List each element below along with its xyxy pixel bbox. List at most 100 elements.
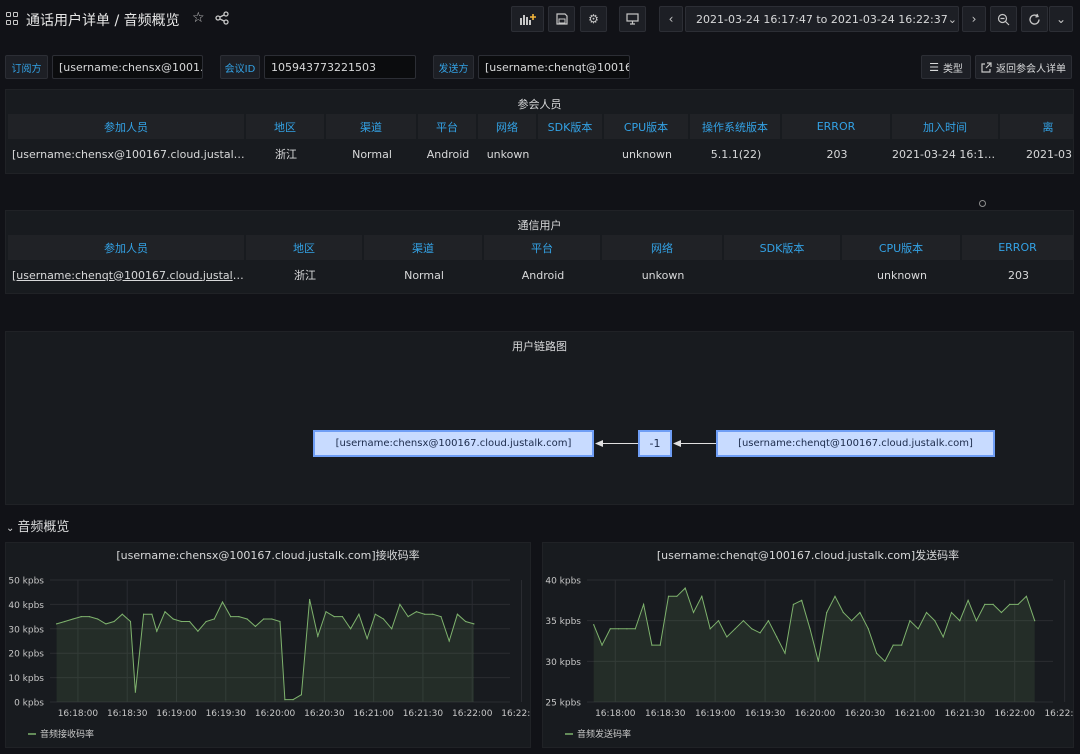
back-to-participants-button[interactable]: 返回参会人详单 [975,55,1072,79]
data-point [859,611,861,614]
data-point [374,613,376,615]
data-point [784,652,786,654]
data-point [189,620,191,623]
chevron-left-icon: ‹ [668,12,674,26]
chevron-down-icon: ⌄ [1055,12,1067,26]
star-icon[interactable]: ☆ [192,10,205,26]
participants-column-header[interactable]: 地区 [246,114,326,139]
cycle-view-mode-button[interactable] [619,6,646,32]
legend-label[interactable]: 音频发送码率 [577,728,631,740]
participants-column-header[interactable]: 渠道 [326,114,418,139]
refresh-button[interactable] [1021,6,1048,32]
data-point [1017,603,1019,605]
legend-label[interactable]: 音频接收码率 [40,728,94,740]
time-range-picker[interactable]: 2021-03-24 16:17:47 to 2021-03-24 16:22:… [685,6,959,32]
dashboard-grid-icon[interactable] [6,12,20,26]
data-point [358,613,360,615]
comm_users-column-header[interactable]: 参加人员 [8,235,246,260]
data-point [382,618,385,620]
data-point [651,644,653,646]
zoom-out-button[interactable] [990,6,1017,32]
sender-label: 发送方 [433,55,474,79]
chevron-right-icon: › [971,12,977,26]
settings-button[interactable]: ⚙ [580,6,607,32]
comm_users-column-header[interactable]: 地区 [246,235,364,260]
participants-column-header[interactable]: 离 [1000,114,1073,139]
data-point [350,628,352,630]
data-point [876,652,878,654]
data-point [1025,595,1027,597]
participants-panel-title[interactable]: 参会人员 [6,96,1073,112]
y-tick-label: 30 kpbs [545,658,581,668]
back-button-label: 返回参会人详单 [996,63,1066,75]
comm_users-column-header[interactable]: 网络 [602,235,724,260]
meeting-id-input[interactable]: 105943773221503 [264,55,416,79]
participants-column-header[interactable]: 参加人员 [8,114,246,139]
data-point [317,635,319,637]
participants-column-header[interactable]: 平台 [418,114,478,139]
data-point [892,644,894,646]
participants-column-header[interactable]: CPU版本 [604,114,690,139]
data-point [950,611,953,614]
data-point [197,630,199,632]
sender-input[interactable]: [username:chenqt@10016… [478,55,630,79]
data-point [792,603,794,605]
participants-column-header[interactable]: 网络 [478,114,538,139]
data-point [826,611,828,614]
data-point [407,616,409,618]
data-point [279,620,281,623]
participants-column-header[interactable]: 操作系统版本 [690,114,782,139]
comm_users-column-header[interactable]: 渠道 [364,235,484,260]
share-icon[interactable] [215,11,229,28]
x-tick-label: 16:21:00 [353,709,394,719]
participants-column-header[interactable]: SDK版本 [538,114,604,139]
x-tick-label: 16:20:30 [304,709,345,719]
comm_users-column-header[interactable]: 平台 [484,235,602,260]
data-point [975,620,977,622]
participants-column-header[interactable]: 加入时间 [892,114,1000,139]
data-point [180,620,182,623]
subscriber-input[interactable]: [username:chensx@1001… [52,55,203,79]
data-point [151,613,153,615]
refresh-interval-dropdown[interactable]: ⌄ [1049,6,1073,32]
audio-overview-row-header[interactable]: ⌄ 音频概览 [6,516,69,535]
receive-bitrate-chart[interactable]: [username:chensx@100167.cloud.justalk.co… [6,543,542,747]
data-point [817,660,819,662]
link-graph-panel: 用户链路图 [username:chensx@100167.cloud.just… [5,331,1074,505]
time-shift-forward-button[interactable]: › [962,6,986,32]
external-link-icon [981,61,992,73]
link-arrows [595,440,716,447]
receive-bitrate-panel: [username:chensx@100167.cloud.justalk.co… [5,542,542,748]
data-point [667,595,670,597]
data-point [213,618,215,620]
data-point [238,616,240,618]
chart-title[interactable]: [username:chensx@100167.cloud.justalk.co… [116,548,419,562]
data-point [709,628,711,630]
data-point [97,618,99,620]
send-bitrate-chart[interactable]: [username:chenqt@100167.cloud.justalk.co… [543,543,1080,747]
data-point [263,618,265,620]
x-tick-label: 16:20:00 [795,709,836,719]
table-cell[interactable]: [username:chensx@100167.cloud.justalk.co… [8,139,246,169]
comm_users-column-header[interactable]: SDK版本 [724,235,842,260]
participants-table: 参加人员 地区 渠道 平台 网络 SDK版本 CPU版本 操作系统版本 ERROR 加入时间离 [… [8,114,1073,169]
data-point [992,603,994,605]
table-cell: unknown [622,147,672,161]
save-dashboard-button[interactable] [548,6,575,32]
table-cell[interactable]: [username:chenqt@100167.cloud.justalk.co… [8,260,246,290]
table-cell: Android [426,147,470,161]
data-point [925,611,928,614]
comm_users-column-header[interactable]: ERROR [962,235,1073,260]
add-panel-button[interactable] [511,6,544,32]
x-tick-label: 16:18:30 [645,709,686,719]
time-shift-back-button[interactable]: ‹ [659,6,683,32]
page-title[interactable]: 通话用户详单 / 音频概览 [26,10,180,30]
data-point [867,628,869,630]
data-point [701,595,703,597]
comm-users-panel-title[interactable]: 通信用户 [6,217,1073,233]
comm_users-column-header[interactable]: CPU版本 [842,235,962,260]
type-button[interactable]: ☰ 类型 [921,55,971,79]
chart-title[interactable]: [username:chenqt@100167.cloud.justalk.co… [657,548,959,562]
participants-column-header[interactable]: ERROR [782,114,892,139]
y-tick-label: 25 kpbs [545,699,581,709]
